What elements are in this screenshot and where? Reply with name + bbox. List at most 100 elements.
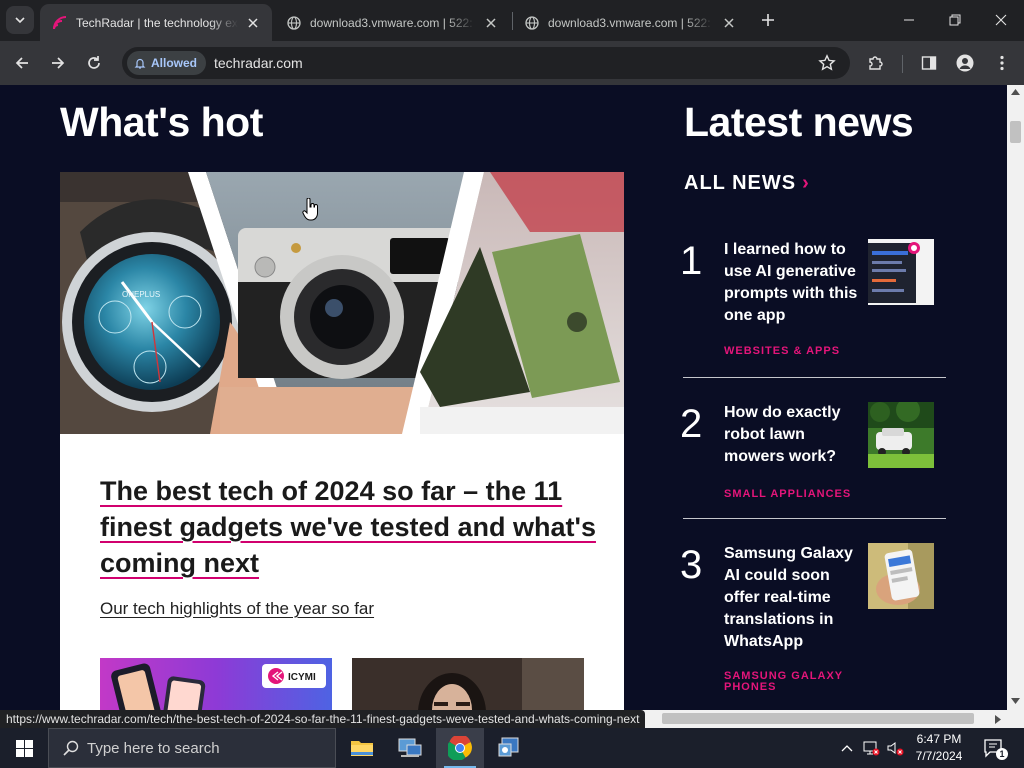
news-title-link[interactable]: Samsung Galaxy AI could soon offer real-…	[724, 543, 862, 653]
whats-hot-heading: What's hot	[60, 99, 263, 145]
vertical-scrollbar[interactable]	[1007, 85, 1024, 710]
tab-title: download3.vmware.com | 522: Connection t…	[310, 15, 476, 30]
minimize-button[interactable]	[886, 0, 932, 40]
network-disconnected-icon	[863, 741, 880, 756]
forward-button[interactable]	[44, 49, 72, 77]
news-rank: 1	[680, 239, 703, 283]
puzzle-icon	[869, 56, 883, 70]
tab-title: TechRadar | the technology experts	[76, 15, 238, 30]
news-thumbnail[interactable]	[868, 402, 934, 468]
close-icon	[995, 14, 1007, 26]
volume-button[interactable]	[884, 728, 906, 768]
taskbar-search-placeholder: Type here to search	[87, 739, 220, 757]
news-divider	[683, 518, 946, 519]
all-news-link[interactable]: ALL NEWS ›	[684, 172, 810, 195]
news-title-link[interactable]: I learned how to use AI generative promp…	[724, 239, 862, 327]
address-bar[interactable]: Allowed techradar.com	[122, 47, 850, 79]
news-item[interactable]: 2 How do exactly robot lawn mowers work?…	[680, 402, 946, 502]
news-title-link[interactable]: How do exactly robot lawn mowers work?	[724, 402, 862, 468]
globe-icon	[286, 15, 302, 31]
scroll-up-arrow-icon[interactable]	[1011, 89, 1020, 95]
minimize-icon	[904, 19, 914, 21]
reload-button[interactable]	[80, 49, 108, 77]
news-category-link[interactable]: SMALL APPLIANCES	[724, 489, 851, 500]
start-button[interactable]	[0, 728, 48, 768]
all-news-label: ALL NEWS	[684, 172, 797, 194]
taskbar-clock[interactable]: 6:47 PM 7/7/2024	[904, 731, 974, 765]
arrow-left-icon	[15, 57, 28, 69]
news-thumbnail[interactable]	[868, 543, 934, 609]
news-rank: 2	[680, 402, 703, 446]
close-window-button[interactable]	[978, 0, 1024, 40]
network-status-button[interactable]	[860, 728, 882, 768]
permission-label: Allowed	[151, 56, 198, 70]
restore-button[interactable]	[932, 0, 978, 40]
tab-search-button[interactable]	[6, 6, 34, 34]
chevron-up-icon	[841, 745, 853, 752]
new-tab-button[interactable]	[757, 9, 779, 31]
windows-taskbar: Type here to search 6:47 PM 7/7/2024 1	[0, 728, 1024, 768]
tab-title: download3.vmware.com | 522: Connection t…	[548, 15, 714, 30]
site-permission-chip[interactable]: Allowed	[127, 51, 207, 75]
speaker-muted-icon	[887, 742, 904, 756]
hand-cursor-icon	[302, 197, 320, 227]
extensions-button[interactable]	[862, 49, 890, 77]
horizontal-scrollbar-thumb[interactable]	[662, 713, 974, 724]
bell-icon	[134, 58, 146, 69]
tab-vmware-2[interactable]: download3.vmware.com | 522: Connection t…	[512, 4, 748, 41]
network-computer-icon	[398, 738, 422, 757]
reload-icon	[88, 56, 100, 69]
menu-button[interactable]	[988, 49, 1016, 77]
vertical-scrollbar-thumb[interactable]	[1010, 121, 1021, 143]
plus-icon	[762, 14, 774, 26]
news-item[interactable]: 1 I learned how to use AI generative pro…	[680, 239, 946, 359]
profile-button[interactable]	[951, 49, 979, 77]
news-rank: 3	[680, 543, 703, 587]
arrow-right-icon	[52, 57, 65, 69]
remote-desktop-icon	[498, 737, 519, 757]
page-content: What's hot Latest news ONEPLUS The best …	[0, 85, 1007, 710]
folder-icon	[351, 741, 373, 756]
scroll-right-arrow-icon[interactable]	[995, 715, 1001, 724]
news-category-link[interactable]: SAMSUNG GALAXY PHONES	[724, 671, 874, 693]
taskbar-search-box[interactable]: Type here to search	[48, 728, 336, 768]
watch-brand-text: ONEPLUS	[122, 290, 160, 299]
chrome-icon	[448, 736, 472, 760]
clock-date: 7/7/2024	[915, 749, 963, 763]
latest-news-heading: Latest news	[684, 99, 914, 145]
news-category-link[interactable]: WEBSITES & APPS	[724, 346, 840, 357]
featured-article-image[interactable]: ONEPLUS	[60, 172, 624, 434]
close-tab-icon[interactable]	[244, 14, 262, 32]
side-panel-icon	[921, 56, 937, 70]
featured-article-card[interactable]: ONEPLUS The best tech of 2024 so far – t…	[60, 172, 624, 710]
taskbar-chrome[interactable]	[436, 728, 484, 768]
taskbar-file-explorer[interactable]	[338, 728, 386, 768]
globe-icon	[524, 15, 540, 31]
tab-vmware-1[interactable]: download3.vmware.com | 522: Connection t…	[274, 4, 510, 41]
browser-toolbar: Allowed techradar.com	[0, 41, 1024, 85]
back-button[interactable]	[8, 49, 36, 77]
windows-logo-icon	[15, 739, 33, 757]
close-tab-icon[interactable]	[720, 14, 738, 32]
taskbar-remote-app[interactable]	[486, 728, 534, 768]
toolbar-divider	[902, 55, 903, 73]
bookmark-star-icon[interactable]	[818, 54, 836, 77]
featured-article-subtitle-link[interactable]: Our tech highlights of the year so far	[100, 599, 374, 619]
news-item[interactable]: 3 Samsung Galaxy AI could soon offer rea…	[680, 543, 946, 693]
taskbar-network-app[interactable]	[386, 728, 434, 768]
clock-time: 6:47 PM	[916, 732, 962, 746]
news-thumbnail[interactable]	[868, 239, 934, 305]
scroll-down-arrow-icon[interactable]	[1011, 698, 1020, 704]
related-article-thumbnail[interactable]	[352, 658, 584, 710]
show-hidden-icons-button[interactable]	[838, 728, 856, 768]
restore-icon	[949, 14, 961, 26]
related-article-thumbnail[interactable]: ICYMI	[100, 658, 332, 710]
chevron-down-icon	[15, 17, 25, 24]
icymi-label: ICYMI	[288, 672, 316, 683]
featured-article-headline-link[interactable]: The best tech of 2024 so far – the 11 fi…	[100, 473, 600, 581]
action-center-button[interactable]: 1	[980, 728, 1008, 768]
tab-techradar[interactable]: TechRadar | the technology experts	[40, 4, 272, 41]
close-tab-icon[interactable]	[482, 14, 500, 32]
side-panel-button[interactable]	[915, 49, 943, 77]
notification-count: 1	[996, 748, 1008, 760]
